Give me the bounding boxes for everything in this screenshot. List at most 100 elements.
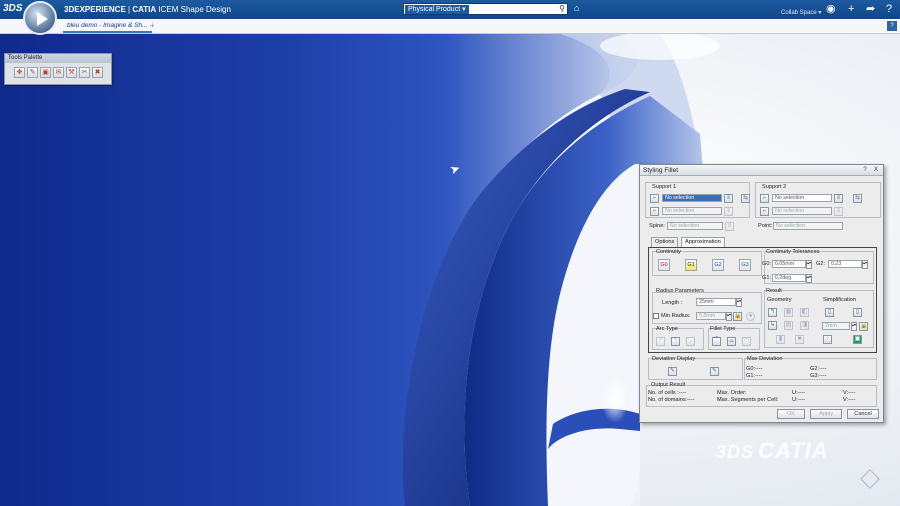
ok-button[interactable]: OK — [777, 409, 805, 419]
tab-bleu-demo[interactable]: bleu demo - Imagine & Sh... — [63, 19, 152, 33]
deviation-display-label: Deviation Display — [652, 356, 696, 362]
add-icon[interactable]: + — [848, 2, 854, 16]
user-icon[interactable]: ◉ — [826, 2, 836, 16]
continuity-g0-button[interactable]: G0 — [658, 259, 670, 271]
add-tab-icon[interactable]: + — [150, 21, 155, 30]
support-2-field-1[interactable]: No selection — [772, 194, 832, 202]
dialog-title-bar[interactable]: Styling Fillet ? X — [640, 165, 883, 176]
dialog-help-button[interactable]: ? — [861, 166, 869, 174]
support-2-label: Support 2 — [762, 184, 787, 190]
support-2-surface-icon[interactable]: ⌐ — [760, 194, 769, 203]
geometry-cut-icon[interactable]: ▮ — [776, 335, 785, 344]
simplification-merge-icon[interactable]: ▣ — [853, 335, 862, 344]
no-of-cells: No. of cells :---- — [648, 390, 687, 396]
share-icon[interactable]: ➦ — [866, 2, 875, 16]
tag-icon[interactable]: ⌂ — [574, 3, 579, 13]
g1-tolerance-field[interactable]: 0,2deg — [772, 274, 806, 282]
support-1-list-2-icon[interactable]: ≡ — [724, 207, 733, 216]
support-1-field-2[interactable]: No selection — [662, 207, 722, 215]
geometry-connect-icon[interactable]: ↳ — [768, 321, 777, 330]
help-icon[interactable]: ? — [886, 2, 892, 16]
point-field[interactable]: No selection — [773, 222, 843, 230]
measure-tool-icon[interactable]: ⚒ — [66, 67, 77, 78]
support-1-swap-icon[interactable]: ⇆ — [741, 194, 750, 203]
simplification-field[interactable]: 2mm — [822, 322, 850, 330]
spine-label: Spine: — [649, 223, 665, 229]
simplification-lock-icon[interactable]: 🔒 — [859, 322, 868, 331]
deviation-display-g0-icon[interactable]: ✎ — [668, 367, 677, 376]
tools-palette-title[interactable]: Tools Palette — [5, 54, 111, 63]
fillet-type-label: Fillet Type — [710, 326, 736, 332]
tab-bar: bleu demo - Imagine & Sh... + ? — [0, 19, 900, 34]
deviation-display-g1-icon[interactable]: ✎ — [710, 367, 719, 376]
search-icon[interactable]: ⚲ — [559, 4, 565, 13]
edit-tool-icon[interactable]: ✂ — [79, 67, 90, 78]
g0-tolerance-field[interactable]: 0,05mm — [772, 260, 806, 268]
tab-help-icon[interactable]: ? — [887, 21, 897, 31]
move-tool-icon[interactable]: ✥ — [14, 67, 25, 78]
simplification-spinner[interactable]: ▴▾ — [851, 322, 857, 331]
min-radius-sphere-icon[interactable]: ● — [746, 312, 755, 321]
apply-button[interactable]: Apply — [810, 409, 842, 419]
search-input[interactable]: Physical Product ▾ ⚲ — [403, 3, 568, 15]
continuity-g2-button[interactable]: G2 — [712, 259, 724, 271]
simplification-large-icon[interactable]: ▯ — [853, 308, 862, 317]
g2-tolerance-spinner[interactable]: ▴▾ — [862, 260, 868, 269]
geometry-split-icon[interactable]: ◨ — [800, 321, 809, 330]
collab-space-dropdown[interactable]: Collab Space ▾ — [781, 9, 821, 16]
continuity-g3-button[interactable]: G3 — [739, 259, 751, 271]
length-field[interactable]: 25mm — [696, 298, 736, 306]
tab-approximation[interactable]: Approximation — [681, 237, 725, 247]
select-tool-icon[interactable]: ▣ — [40, 67, 51, 78]
dialog-close-button[interactable]: X — [872, 166, 880, 174]
max-deviation-g0: G0:---- — [746, 366, 763, 372]
fillet-type-variable-icon[interactable]: ⌒ — [712, 337, 721, 346]
continuity-g1-button[interactable]: G1 — [685, 259, 697, 271]
g1-tolerance-spinner[interactable]: ▴▾ — [806, 274, 812, 283]
geometry-relimit-icon[interactable]: ◧ — [800, 308, 809, 317]
geometry-fill-icon[interactable]: ■ — [795, 335, 804, 344]
support-2-list-icon[interactable]: ≡ — [834, 194, 843, 203]
length-spinner[interactable]: ▴▾ — [736, 298, 742, 307]
geometry-join-icon[interactable]: ▤ — [784, 321, 793, 330]
support-1-curve-icon[interactable]: ⌐ — [650, 207, 659, 216]
support-2-curve-icon[interactable]: ⌐ — [760, 207, 769, 216]
paint-tool-icon[interactable]: ✎ — [27, 67, 38, 78]
max-deviation-g2: G2:---- — [810, 366, 827, 372]
g2-tolerance-field[interactable]: 0,23 — [828, 260, 862, 268]
spine-field[interactable]: No selection — [667, 222, 723, 230]
support-2-swap-icon[interactable]: ⇆ — [853, 194, 862, 203]
tolerances-label: Continuity Tolerances — [766, 249, 820, 255]
delete-tool-icon[interactable]: ✖ — [92, 67, 103, 78]
min-radius-field[interactable]: 0,8mm — [696, 312, 726, 320]
max-order-label: Max. Order: — [717, 390, 747, 396]
styling-fillet-dialog: Styling Fillet ? X Support 1 ⌐ No select… — [639, 164, 884, 423]
compass-icon[interactable] — [23, 1, 57, 35]
simplification-points-icon[interactable]: ⁘ — [823, 335, 832, 344]
max-deviation-g3: G3:---- — [810, 373, 827, 379]
min-radius-checkbox[interactable] — [653, 313, 659, 319]
open-tool-icon[interactable]: ✉ — [53, 67, 64, 78]
min-radius-lock-icon[interactable]: 🔒 — [733, 312, 742, 321]
geometry-extend-icon[interactable]: ▦ — [784, 308, 793, 317]
support-2-field-2[interactable]: No selection — [772, 207, 832, 215]
top-bar: 3DS 3DEXPERIENCE | CATIA ICEM Shape Desi… — [0, 0, 900, 35]
fillet-type-constant-icon[interactable]: ⌓ — [727, 337, 736, 346]
cancel-button[interactable]: Cancel — [847, 409, 879, 419]
tab-options[interactable]: Options — [651, 237, 679, 247]
arc-type-exact-icon[interactable]: ◞ — [686, 337, 695, 346]
search-scope-dropdown[interactable]: Physical Product ▾ — [405, 5, 469, 14]
support-1-list-icon[interactable]: ≡ — [724, 194, 733, 203]
g0-tolerance-spinner[interactable]: ▴▾ — [806, 260, 812, 269]
fillet-type-chordal-icon[interactable]: ◠ — [742, 337, 751, 346]
radius-parameters-label: Radius Parameters — [656, 288, 704, 294]
min-radius-spinner[interactable]: ▴▾ — [726, 312, 732, 321]
support-1-field-1[interactable]: No selection — [662, 194, 722, 202]
geometry-trim-icon[interactable]: ↰ — [768, 308, 777, 317]
spine-list-icon[interactable]: ≡ — [725, 222, 734, 231]
support-2-list-2-icon[interactable]: ≡ — [834, 207, 843, 216]
support-1-surface-icon[interactable]: ⌐ — [650, 194, 659, 203]
arc-type-blend-icon[interactable]: ◜ — [656, 337, 665, 346]
simplification-small-icon[interactable]: ▯ — [825, 308, 834, 317]
arc-type-approx-icon[interactable]: ◝ — [671, 337, 680, 346]
